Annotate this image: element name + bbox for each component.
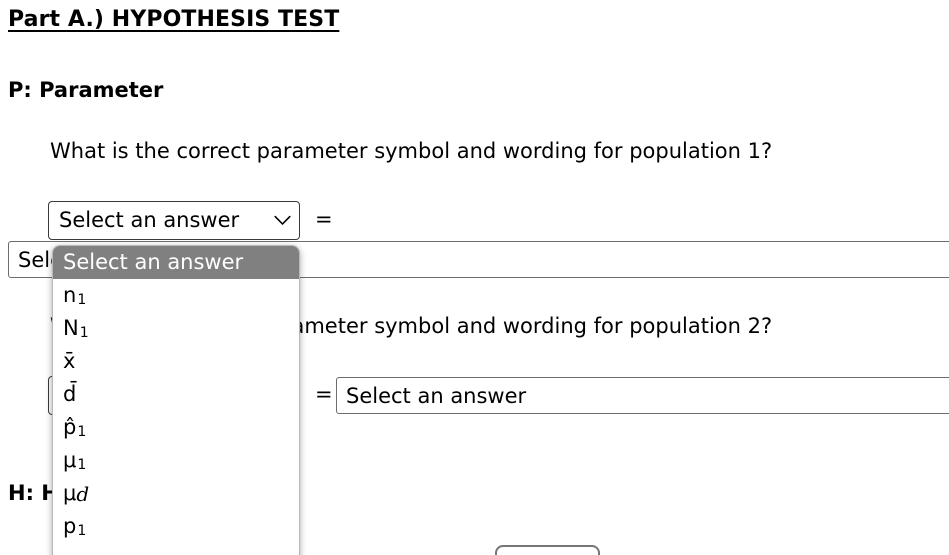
- section-heading-parameter: P: Parameter: [8, 78, 164, 102]
- dropdown-option[interactable]: d̄: [53, 378, 299, 411]
- dropdown-option-label: N: [63, 316, 79, 340]
- dropdown-option[interactable]: N1: [53, 312, 299, 345]
- dropdown-option-label: d̄: [63, 382, 77, 406]
- dropdown-option-label: n: [63, 283, 77, 307]
- question-population-1: What is the correct parameter symbol and…: [50, 139, 773, 163]
- dropdown-option-label: x̄: [63, 349, 76, 373]
- dropdown-option[interactable]: p̂ 1: [53, 411, 299, 444]
- dropdown-option-label: p̂: [63, 415, 77, 439]
- dropdown-option-subscript: 1: [77, 456, 87, 473]
- dropdown-option-subscript: 1: [77, 291, 87, 308]
- input-2-value: Select an answer: [346, 383, 527, 408]
- dropdown-option-subscript: 1: [79, 324, 89, 341]
- dropdown-option-label: p: [63, 514, 77, 538]
- equals-sign-1: =: [315, 207, 333, 231]
- dropdown-option-subscript: 1: [77, 522, 87, 539]
- equals-sign-2: =: [315, 382, 333, 406]
- dropdown-option-subscript: 1: [77, 423, 87, 440]
- dropdown-option[interactable]: μ1: [53, 444, 299, 477]
- dropdown-option[interactable]: p1: [53, 510, 299, 543]
- dropdown-option[interactable]: μd: [53, 477, 299, 510]
- chevron-down-icon: [264, 215, 291, 226]
- dropdown-option-italic: d: [76, 481, 90, 506]
- dropdown-option[interactable]: x̄: [53, 345, 299, 378]
- bottom-rounded-control[interactable]: [495, 545, 600, 555]
- dropdown-option[interactable]: Select an answer: [53, 246, 299, 279]
- parameter-symbol-dropdown-list[interactable]: Select an answer n 1 N 1 x̄ d̄ p̂ 1 μ 1 μ d p 1: [52, 245, 300, 555]
- dropdown-option-label: μ: [63, 481, 77, 505]
- page-title: Part A.) HYPOTHESIS TEST: [8, 7, 340, 32]
- select-1-value: Select an answer: [59, 208, 240, 232]
- dropdown-option-label: Select an answer: [63, 250, 244, 274]
- dropdown-option[interactable]: n1: [53, 279, 299, 312]
- parameter-wording-input-2[interactable]: Select an answer: [336, 377, 949, 414]
- parameter-symbol-select-1[interactable]: Select an answer: [48, 201, 300, 240]
- dropdown-option-label: μ: [63, 448, 77, 472]
